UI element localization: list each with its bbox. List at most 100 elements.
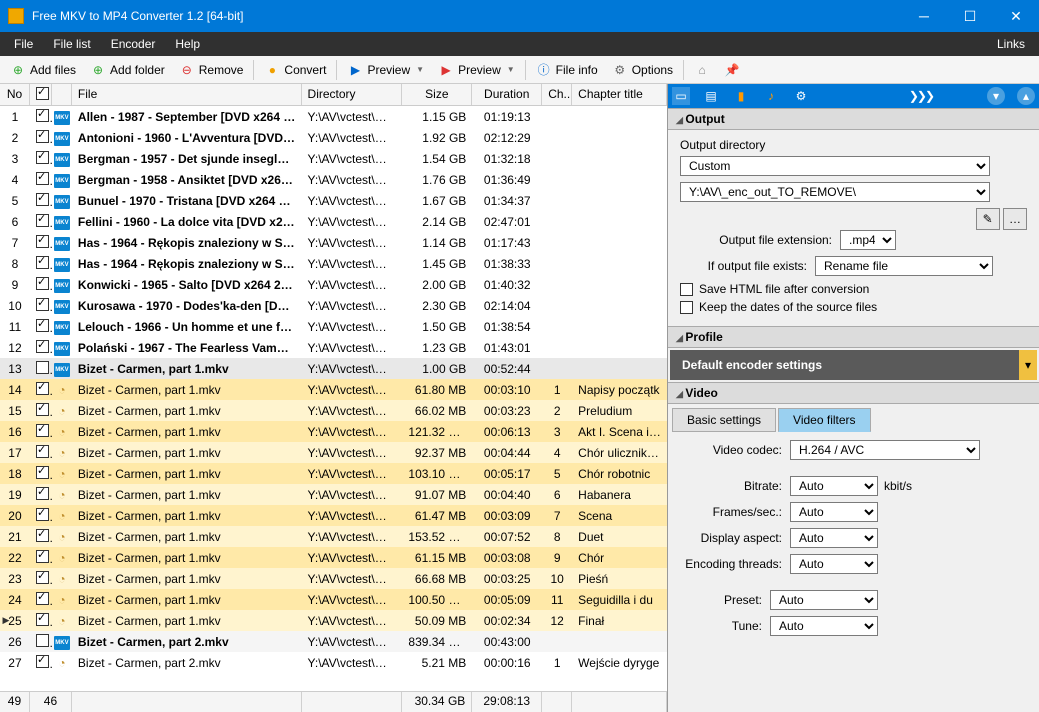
ext-select[interactable]: .mp4: [840, 230, 896, 250]
row-checkbox[interactable]: [36, 361, 49, 374]
keep-dates-checkbox[interactable]: [680, 301, 693, 314]
preview-button-2[interactable]: ▶ Preview ▼: [432, 60, 521, 80]
table-row[interactable]: 11MKVLelouch - 1966 - Un homme et une fe…: [0, 316, 667, 337]
circle-down-icon[interactable]: ▾: [987, 87, 1005, 105]
col-ch[interactable]: Ch...: [542, 84, 572, 105]
row-checkbox[interactable]: [36, 130, 49, 143]
edit-path-button[interactable]: ✎: [976, 208, 1000, 230]
menu-file[interactable]: File: [4, 33, 43, 55]
row-checkbox[interactable]: [36, 655, 49, 668]
tab-video-filters[interactable]: Video filters: [778, 408, 870, 432]
row-checkbox[interactable]: [36, 235, 49, 248]
table-row[interactable]: 19◔Bizet - Carmen, part 1.mkvY:\AV\vctes…: [0, 484, 667, 505]
table-row[interactable]: 9MKVKonwicki - 1965 - Salto [DVD x264 23…: [0, 274, 667, 295]
home-button[interactable]: ⌂: [688, 60, 716, 80]
fps-select[interactable]: Auto: [790, 502, 878, 522]
codec-select[interactable]: H.264 / AVC: [790, 440, 980, 460]
row-checkbox[interactable]: [36, 613, 49, 626]
row-checkbox[interactable]: [36, 592, 49, 605]
row-checkbox[interactable]: [36, 193, 49, 206]
table-row[interactable]: 23◔Bizet - Carmen, part 1.mkvY:\AV\vctes…: [0, 568, 667, 589]
profile-dropdown-icon[interactable]: ▾: [1019, 350, 1037, 380]
table-row[interactable]: ▶25◔Bizet - Carmen, part 1.mkvY:\AV\vcte…: [0, 610, 667, 631]
row-checkbox[interactable]: [36, 172, 49, 185]
table-row[interactable]: 2MKVAntonioni - 1960 - L'Avventura [DVD …: [0, 127, 667, 148]
row-checkbox[interactable]: [36, 151, 49, 164]
row-checkbox[interactable]: [36, 298, 49, 311]
row-checkbox[interactable]: [36, 319, 49, 332]
table-row[interactable]: 17◔Bizet - Carmen, part 1.mkvY:\AV\vctes…: [0, 442, 667, 463]
row-checkbox[interactable]: [36, 277, 49, 290]
col-duration[interactable]: Duration: [472, 84, 542, 105]
col-directory[interactable]: Directory: [302, 84, 403, 105]
tab-film-icon[interactable]: ▮: [732, 87, 750, 105]
table-row[interactable]: 21◔Bizet - Carmen, part 1.mkvY:\AV\vctes…: [0, 526, 667, 547]
profile-section-header[interactable]: Profile: [668, 326, 1039, 348]
table-row[interactable]: 6MKVFellini - 1960 - La dolce vita [DVD …: [0, 211, 667, 232]
minimize-button[interactable]: ─: [901, 0, 947, 32]
preview-button-1[interactable]: ▶ Preview ▼: [341, 60, 430, 80]
table-row[interactable]: 12MKVPolański - 1967 - The Fearless Vamp…: [0, 337, 667, 358]
output-dir-mode-select[interactable]: Custom: [680, 156, 990, 176]
table-row[interactable]: 3MKVBergman - 1957 - Det sjunde inseglet…: [0, 148, 667, 169]
table-row[interactable]: 14◔Bizet - Carmen, part 1.mkvY:\AV\vctes…: [0, 379, 667, 400]
menu-links[interactable]: Links: [987, 33, 1035, 55]
table-row[interactable]: 4MKVBergman - 1958 - Ansiktet [DVD x264 …: [0, 169, 667, 190]
maximize-button[interactable]: ☐: [947, 0, 993, 32]
tune-select[interactable]: Auto: [770, 616, 878, 636]
pin-button[interactable]: 📌: [718, 60, 746, 80]
row-checkbox[interactable]: [36, 340, 49, 353]
convert-button[interactable]: ● Convert: [258, 60, 332, 80]
row-checkbox[interactable]: [36, 571, 49, 584]
row-checkbox[interactable]: [36, 529, 49, 542]
expand-icon[interactable]: ❯❯❯: [909, 89, 933, 103]
col-no[interactable]: No: [0, 84, 30, 105]
table-row[interactable]: 15◔Bizet - Carmen, part 1.mkvY:\AV\vctes…: [0, 400, 667, 421]
table-row[interactable]: 16◔Bizet - Carmen, part 1.mkvY:\AV\vctes…: [0, 421, 667, 442]
table-row[interactable]: 7MKVHas - 1964 - Rękopis znaleziony w Sa…: [0, 232, 667, 253]
table-row[interactable]: 22◔Bizet - Carmen, part 1.mkvY:\AV\vctes…: [0, 547, 667, 568]
row-checkbox[interactable]: [36, 214, 49, 227]
row-checkbox[interactable]: [36, 445, 49, 458]
tab-basic-settings[interactable]: Basic settings: [672, 408, 776, 432]
row-checkbox[interactable]: [36, 424, 49, 437]
row-checkbox[interactable]: [36, 109, 49, 122]
add-folder-button[interactable]: ⊕ Add folder: [84, 60, 171, 80]
threads-select[interactable]: Auto: [790, 554, 878, 574]
menu-help[interactable]: Help: [165, 33, 210, 55]
table-row[interactable]: 8MKVHas - 1964 - Rękopis znaleziony w Sa…: [0, 253, 667, 274]
row-checkbox[interactable]: [36, 256, 49, 269]
row-checkbox[interactable]: [36, 487, 49, 500]
col-size[interactable]: Size: [402, 84, 472, 105]
col-chapter-title[interactable]: Chapter title: [572, 84, 667, 105]
exists-select[interactable]: Rename file: [815, 256, 993, 276]
options-button[interactable]: ⚙ Options: [606, 60, 679, 80]
col-checkbox[interactable]: [30, 84, 52, 105]
table-row[interactable]: 13MKVBizet - Carmen, part 1.mkvY:\AV\vct…: [0, 358, 667, 379]
tab-music-icon[interactable]: ♪: [762, 87, 780, 105]
profile-selector[interactable]: Default encoder settings ▾: [670, 350, 1037, 380]
table-row[interactable]: 18◔Bizet - Carmen, part 1.mkvY:\AV\vctes…: [0, 463, 667, 484]
table-row[interactable]: 5MKVBunuel - 1970 - Tristana [DVD x264 2…: [0, 190, 667, 211]
add-files-button[interactable]: ⊕ Add files: [4, 60, 82, 80]
output-dir-path-select[interactable]: Y:\AV\_enc_out_TO_REMOVE\: [680, 182, 990, 202]
circle-up-icon[interactable]: ▴: [1017, 87, 1035, 105]
tab-folder-icon[interactable]: ▭: [672, 87, 690, 105]
menu-encoder[interactable]: Encoder: [101, 33, 166, 55]
file-table[interactable]: 1MKVAllen - 1987 - September [DVD x264 1…: [0, 106, 667, 691]
row-checkbox[interactable]: [36, 508, 49, 521]
output-section-header[interactable]: Output: [668, 108, 1039, 130]
video-section-header[interactable]: Video: [668, 382, 1039, 404]
preset-select[interactable]: Auto: [770, 590, 878, 610]
col-file[interactable]: File: [72, 84, 302, 105]
row-checkbox[interactable]: [36, 550, 49, 563]
menu-file-list[interactable]: File list: [43, 33, 100, 55]
tab-gear-icon[interactable]: ⚙: [792, 87, 810, 105]
file-info-button[interactable]: ⓘ File info: [530, 60, 604, 80]
table-row[interactable]: 1MKVAllen - 1987 - September [DVD x264 1…: [0, 106, 667, 127]
table-row[interactable]: 20◔Bizet - Carmen, part 1.mkvY:\AV\vctes…: [0, 505, 667, 526]
table-row[interactable]: 27◔Bizet - Carmen, part 2.mkvY:\AV\vctes…: [0, 652, 667, 673]
row-checkbox[interactable]: [36, 382, 49, 395]
table-row[interactable]: 24◔Bizet - Carmen, part 1.mkvY:\AV\vctes…: [0, 589, 667, 610]
bitrate-select[interactable]: Auto: [790, 476, 878, 496]
